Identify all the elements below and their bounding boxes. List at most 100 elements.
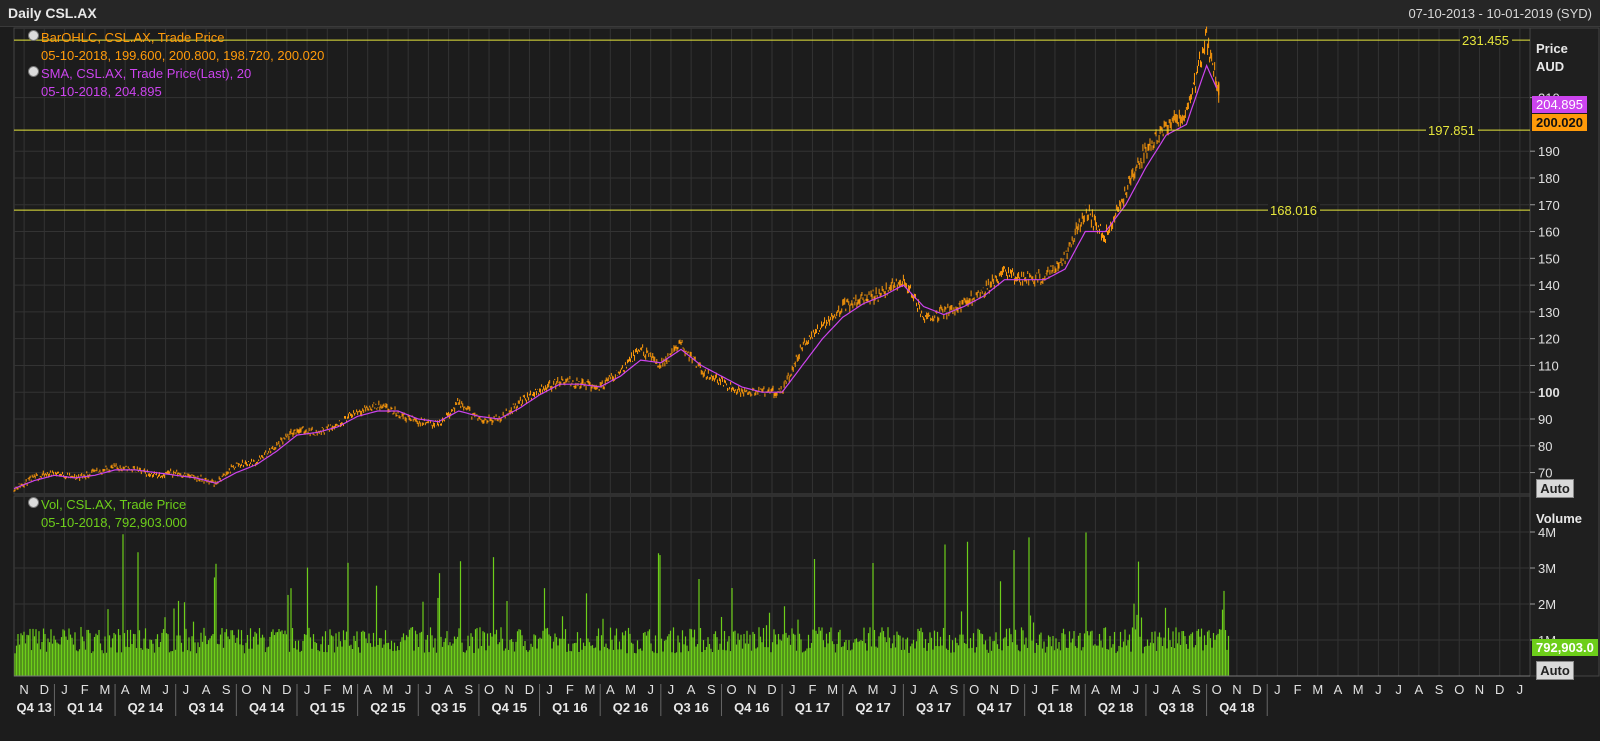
price-legend: BarOHLC, CSL.AX, Trade Price 05-10-2018,… (28, 29, 324, 101)
month-tick-label: M (1110, 682, 1121, 697)
month-tick-label: A (363, 682, 372, 697)
volume-legend-name: Vol, CSL.AX, Trade Price (41, 497, 187, 512)
month-tick-label: D (1252, 682, 1261, 697)
month-tick-label: A (1172, 682, 1181, 697)
month-tick-label: D (282, 682, 291, 697)
settings-icon[interactable] (28, 66, 39, 77)
price-tick-label: 100 (1538, 385, 1560, 400)
price-tick-label: 190 (1538, 144, 1560, 159)
volume-tick-label: 3M (1538, 561, 1556, 576)
price-tick-label: 180 (1538, 171, 1560, 186)
month-tick-label: M (383, 682, 394, 697)
month-tick-label: D (40, 682, 49, 697)
reference-line-label: 168.016 (1270, 203, 1317, 218)
month-tick-label: J (647, 682, 654, 697)
quarter-label: Q4 14 (249, 700, 285, 715)
volume-legend-row[interactable]: Vol, CSL.AX, Trade Price (28, 496, 187, 514)
month-tick-label: A (121, 682, 130, 697)
month-tick-label: O (1212, 682, 1222, 697)
month-tick-label: M (1312, 682, 1323, 697)
month-tick-label: N (19, 682, 28, 697)
ohlc-legend-values: 05-10-2018, 199.600, 200.800, 198.720, 2… (41, 48, 325, 63)
month-tick-label: N (747, 682, 756, 697)
month-tick-label: M (1353, 682, 1364, 697)
quarter-label: Q3 14 (188, 700, 224, 715)
month-tick-label: M (868, 682, 879, 697)
quarter-label: Q2 15 (370, 700, 405, 715)
reference-line-label: 197.851 (1428, 123, 1475, 138)
price-tick-label: 160 (1538, 225, 1560, 240)
settings-icon[interactable] (28, 497, 39, 508)
month-tick-label: A (929, 682, 938, 697)
month-tick-label: O (969, 682, 979, 697)
month-tick-label: J (425, 682, 432, 697)
month-tick-label: M (585, 682, 596, 697)
volume-value-tag: 792,903.0 (1532, 639, 1598, 656)
month-tick-label: N (262, 682, 271, 697)
month-tick-label: M (1070, 682, 1081, 697)
month-tick-label: M (342, 682, 353, 697)
quarter-label: Q2 14 (128, 700, 164, 715)
price-axis-title-line2: AUD (1536, 59, 1565, 74)
month-tick-label: J (183, 682, 190, 697)
last-price-tag: 200.020 (1532, 114, 1587, 131)
volume-axis-title: Volume (1536, 511, 1582, 526)
quarter-label: Q1 14 (67, 700, 103, 715)
quarter-label: Q4 18 (1219, 700, 1254, 715)
price-auto-button[interactable]: Auto (1536, 479, 1574, 498)
month-tick-label: A (1334, 682, 1343, 697)
sma-legend-row[interactable]: SMA, CSL.AX, Trade Price(Last), 20 (28, 65, 324, 83)
month-tick-label: F (81, 682, 89, 697)
quarter-label: Q3 16 (673, 700, 708, 715)
month-tick-label: S (1435, 682, 1444, 697)
month-tick-label: J (1032, 682, 1039, 697)
month-tick-label: J (1133, 682, 1140, 697)
quarter-label: Q3 17 (916, 700, 951, 715)
price-tick-label: 120 (1538, 332, 1560, 347)
month-tick-label: S (464, 682, 473, 697)
month-tick-label: S (950, 682, 959, 697)
volume-auto-button[interactable]: Auto (1536, 661, 1574, 680)
quarter-label: Q3 18 (1159, 700, 1194, 715)
month-tick-label: J (668, 682, 675, 697)
month-tick-label: N (1475, 682, 1484, 697)
month-tick-label: J (546, 682, 553, 697)
month-tick-label: F (808, 682, 816, 697)
month-tick-label: F (1051, 682, 1059, 697)
quarter-label: Q4 13 (17, 700, 52, 715)
month-tick-label: J (162, 682, 169, 697)
month-tick-label: J (405, 682, 412, 697)
sma-legend-name: SMA, CSL.AX, Trade Price(Last), 20 (41, 66, 252, 81)
volume-legend: Vol, CSL.AX, Trade Price 05-10-2018, 792… (28, 496, 187, 532)
month-tick-label: M (625, 682, 636, 697)
quarter-label: Q1 18 (1037, 700, 1072, 715)
month-tick-label: S (707, 682, 716, 697)
price-axis-title: Price AUD (1536, 40, 1568, 76)
month-tick-label: A (1091, 682, 1100, 697)
price-tick-label: 80 (1538, 439, 1552, 454)
quarter-label: Q2 17 (855, 700, 890, 715)
month-tick-label: M (140, 682, 151, 697)
month-tick-label: J (1517, 682, 1524, 697)
volume-tick-label: 2M (1538, 597, 1556, 612)
month-tick-label: A (849, 682, 858, 697)
month-tick-label: S (222, 682, 231, 697)
month-tick-label: J (890, 682, 897, 697)
month-tick-label: M (100, 682, 111, 697)
quarter-label: Q4 15 (492, 700, 527, 715)
price-tick-label: 140 (1538, 278, 1560, 293)
sma-price-tag: 204.895 (1532, 96, 1587, 113)
month-tick-label: F (566, 682, 574, 697)
month-tick-label: J (1375, 682, 1382, 697)
month-tick-label: J (910, 682, 917, 697)
month-tick-label: A (444, 682, 453, 697)
month-tick-label: F (1294, 682, 1302, 697)
month-tick-label: F (323, 682, 331, 697)
ohlc-legend-row[interactable]: BarOHLC, CSL.AX, Trade Price (28, 29, 324, 47)
month-tick-label: J (1274, 682, 1281, 697)
month-tick-label: M (827, 682, 838, 697)
quarter-label: Q1 15 (310, 700, 345, 715)
quarter-label: Q2 18 (1098, 700, 1133, 715)
price-tick-label: 150 (1538, 251, 1560, 266)
settings-icon[interactable] (28, 30, 39, 41)
